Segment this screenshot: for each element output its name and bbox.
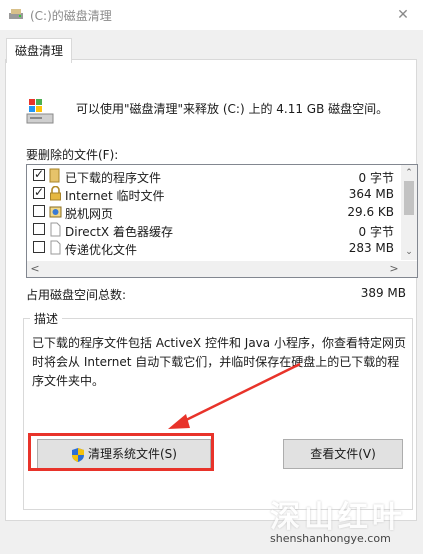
file-name: Internet 临时文件 [65, 189, 165, 203]
window-title: (C:)的磁盘清理 [30, 9, 112, 23]
file-size: 0 字节 [358, 225, 394, 239]
scroll-up-icon[interactable]: ⌃ [401, 165, 417, 181]
lock-icon [50, 186, 61, 201]
watermark-text: 深山红叶 [270, 500, 406, 535]
watermark: 深山红叶 shenshanhongye.com [270, 492, 420, 552]
list-item[interactable]: ✓ Internet 临时文件 364 MB [27, 185, 402, 203]
files-list-rows: ✓ 已下载的程序文件 0 字节 ✓ Internet 临时文件 364 MB 脱… [27, 165, 402, 260]
folder-icon [49, 168, 60, 183]
description-text: 已下载的程序文件包括 ActiveX 控件和 Java 小程序，你查看特定网页时… [32, 336, 406, 388]
close-icon: ✕ [397, 7, 409, 23]
scrollbar-corner [401, 261, 417, 277]
tab-disk-cleanup[interactable]: 磁盘清理 [6, 38, 73, 63]
total-space-label: 占用磁盘空间总数: [26, 288, 127, 302]
checkbox[interactable]: ✓ [33, 167, 45, 181]
disk-cleanup-icon [9, 9, 23, 19]
title-bar: (C:)的磁盘清理 ✕ [0, 0, 423, 30]
file-name: 传递优化文件 [65, 243, 138, 257]
horizontal-scrollbar[interactable]: < > [27, 261, 402, 277]
file-size: 29.6 KB [347, 205, 394, 219]
list-item[interactable]: 传递优化文件 283 MB [27, 239, 402, 257]
scroll-thumb[interactable] [404, 181, 414, 215]
list-item[interactable]: 脱机网页 29.6 KB [27, 203, 402, 221]
scroll-right-icon[interactable]: > [386, 261, 402, 277]
list-item[interactable]: ✓ 已下载的程序文件 0 字节 [27, 167, 402, 185]
file-name: 已下载的程序文件 [65, 171, 162, 185]
checkbox[interactable]: ✓ [33, 185, 45, 199]
offline-page-icon [49, 206, 62, 218]
file-size: 364 MB [348, 187, 394, 201]
files-list[interactable]: ✓ 已下载的程序文件 0 字节 ✓ Internet 临时文件 364 MB 脱… [26, 164, 418, 278]
checkbox[interactable] [33, 241, 45, 253]
file-size: 0 字节 [358, 171, 394, 185]
view-files-button[interactable]: 查看文件(V) [283, 439, 403, 469]
file-icon [50, 240, 61, 255]
total-space-value: 389 MB [360, 286, 406, 300]
scroll-down-icon[interactable]: ⌄ [401, 244, 417, 260]
watermark-url: shenshanhongye.com [270, 532, 391, 545]
free-space-info: 可以使用"磁盘清理"来释放 (C:) 上的 4.11 GB 磁盘空间。 [76, 102, 389, 116]
description-title: 描述 [30, 310, 63, 327]
list-item[interactable]: DirectX 着色器缓存 0 字节 [27, 221, 402, 239]
close-button[interactable]: ✕ [383, 0, 423, 30]
tab-panel: 可以使用"磁盘清理"来释放 (C:) 上的 4.11 GB 磁盘空间。 要删除的… [5, 59, 418, 521]
check-icon: ✓ [34, 167, 45, 181]
checkbox[interactable] [33, 205, 45, 217]
check-icon: ✓ [34, 185, 45, 199]
file-icon [50, 222, 61, 237]
file-name: DirectX 着色器缓存 [65, 225, 173, 239]
drive-icon [26, 99, 54, 124]
scroll-left-icon[interactable]: < [27, 261, 43, 277]
file-size: 283 MB [348, 241, 394, 255]
vertical-scrollbar[interactable]: ⌃ ⌄ [401, 165, 417, 260]
highlight-box [28, 433, 214, 471]
files-to-delete-label: 要删除的文件(F): [26, 148, 119, 162]
checkbox[interactable] [33, 223, 45, 235]
file-name: 脱机网页 [65, 207, 114, 221]
dialog-client: 磁盘清理 可以使用"磁盘清理"来释放 (C:) 上的 4.11 GB 磁盘空间。… [0, 30, 423, 554]
